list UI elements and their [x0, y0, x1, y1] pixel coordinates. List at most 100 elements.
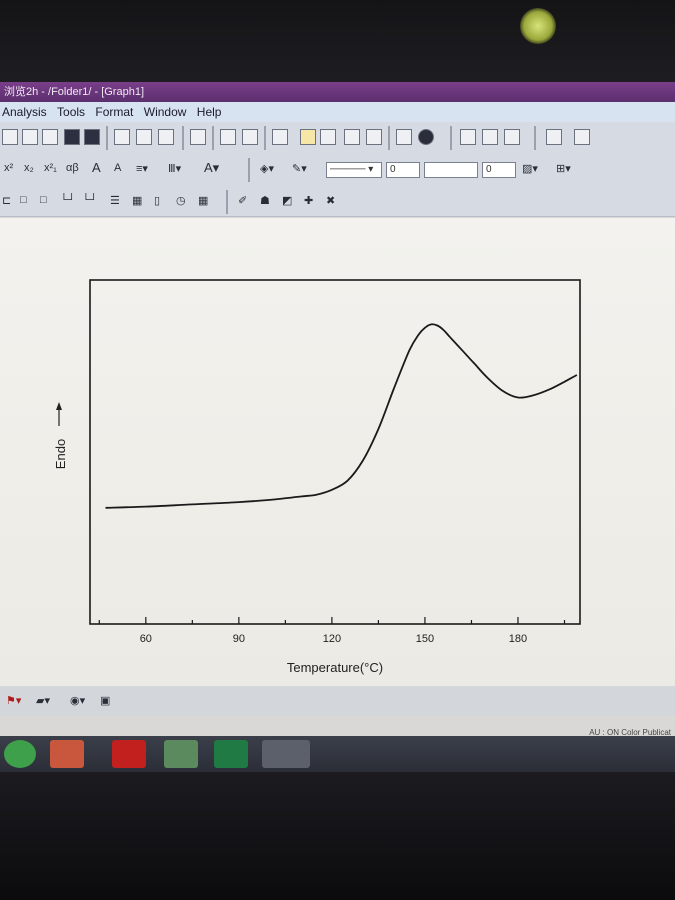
x-tick-label: 180 [509, 633, 527, 645]
bracket-icon[interactable]: └┘ [60, 194, 76, 206]
superscript-icon[interactable]: x² [4, 162, 13, 174]
taskbar [0, 736, 675, 772]
cut-icon[interactable] [460, 129, 476, 145]
menu-analysis[interactable]: Analysis [2, 102, 47, 122]
paste-icon[interactable] [504, 129, 520, 145]
grid-icon[interactable]: ⊞▾ [556, 162, 571, 175]
menu-format[interactable]: Format [95, 102, 133, 122]
x-tick-label: 120 [323, 633, 341, 645]
marker-icon[interactable]: ▯ [154, 194, 160, 207]
endo-arrowhead [56, 402, 62, 410]
window-title: 浏览2h - /Folder1/ - [Graph1] [0, 82, 675, 102]
copy-icon[interactable] [482, 129, 498, 145]
command-window-icon[interactable] [320, 129, 336, 145]
data-reader-icon[interactable]: ✚ [304, 194, 313, 207]
menu-window[interactable]: Window [144, 102, 187, 122]
code-builder-icon[interactable] [344, 129, 360, 145]
plot-frame [89, 279, 581, 625]
region-icon[interactable]: ☗ [260, 194, 270, 207]
pdf-icon[interactable] [112, 740, 146, 768]
save-icon[interactable] [64, 129, 80, 145]
clock-icon[interactable]: ◷ [176, 194, 186, 207]
rectangle-icon[interactable]: □ [20, 194, 27, 206]
app-chart-icon[interactable] [164, 740, 198, 768]
menu-help[interactable]: Help [197, 102, 222, 122]
app-origin-icon[interactable] [50, 740, 84, 768]
format-toolbar: x² x₂ x²₁ αβ A A ≡▾ Ⅲ▾ A▾ ◈▾ ✎▾ ───── ▾ … [0, 154, 675, 187]
layer-icon[interactable] [546, 129, 562, 145]
border-width-dropdown[interactable]: 0 [482, 162, 516, 178]
save-template-icon[interactable] [84, 129, 100, 145]
grid-table-icon[interactable]: ▦ [198, 194, 208, 207]
tools-dropdown-icon[interactable]: ⚑▾ [6, 694, 21, 707]
y-axis-label: Endo [53, 439, 68, 469]
toolbar-separator [226, 190, 228, 214]
column-format-icon[interactable]: Ⅲ▾ [168, 162, 181, 175]
x-axis-tick-labels: 60 90 120 150 180 [140, 633, 527, 645]
square-icon[interactable]: □ [40, 194, 47, 206]
border-style-dropdown[interactable] [424, 162, 478, 178]
decrease-font-icon[interactable]: A [114, 162, 121, 174]
x-tick-label: 90 [233, 633, 245, 645]
open-icon[interactable] [42, 129, 58, 145]
pie-icon[interactable] [418, 129, 434, 145]
image-tool-icon[interactable]: ▰▾ [36, 694, 50, 707]
graph-canvas[interactable]: 60 90 120 150 180 Temperature(°C) Endo [0, 218, 675, 686]
remove-bad-data-icon[interactable]: ✖ [326, 194, 335, 207]
greek-icon[interactable]: αβ [66, 162, 79, 174]
screen: 浏览2h - /Folder1/ - [Graph1] Analysis Too… [0, 82, 675, 772]
layer-tool-icon[interactable]: ▣ [100, 694, 110, 707]
increase-font-icon[interactable]: A [92, 160, 101, 175]
list-icon[interactable]: ☰ [110, 194, 120, 207]
toolbar-separator [106, 126, 108, 150]
y-axis-label-group: Endo [53, 402, 68, 469]
line-color-icon[interactable]: ✎▾ [292, 162, 307, 175]
menu-tools[interactable]: Tools [57, 102, 85, 122]
print-icon[interactable] [190, 129, 206, 145]
bracket-alt-icon[interactable]: └┘ [82, 194, 98, 206]
x-tick-label: 150 [416, 633, 434, 645]
toolbar-separator [212, 126, 214, 150]
subscript-icon[interactable]: x₂ [24, 162, 34, 174]
align-icon[interactable]: ≡▾ [136, 162, 148, 175]
fill-color-icon[interactable]: ◈▾ [260, 162, 274, 175]
sticker-icon [520, 8, 556, 44]
x-axis-label: Temperature(°C) [287, 660, 383, 675]
menu-bar: Analysis Tools Format Window Help [0, 102, 675, 122]
start-icon[interactable] [4, 740, 36, 768]
new-project-icon[interactable] [2, 129, 18, 145]
import-icon[interactable] [114, 129, 130, 145]
monitor-bezel-top [0, 0, 675, 82]
dsc-curve [105, 323, 578, 509]
toolbar-separator [182, 126, 184, 150]
mask-icon[interactable]: ◩ [282, 194, 292, 207]
project-explorer-icon[interactable] [272, 129, 288, 145]
draw-icon[interactable]: ✐ [238, 194, 247, 207]
arrange-layers-icon[interactable] [574, 129, 590, 145]
shape-icon[interactable]: ⊏ [2, 194, 11, 207]
line-width-dropdown[interactable]: 0 [386, 162, 420, 178]
results-log-icon[interactable] [300, 129, 316, 145]
refresh-icon[interactable] [220, 129, 236, 145]
layout-toolbar: ⊏ □ □ └┘ └┘ ☰ ▦ ▯ ◷ ▦ ✐ ☗ ◩ ✚ ✖ [0, 186, 675, 217]
monitor-bezel-bottom [0, 772, 675, 900]
standard-toolbar [0, 122, 675, 155]
dsc-chart[interactable]: 60 90 120 150 180 Temperature(°C) Endo [0, 218, 675, 686]
export-icon[interactable] [158, 129, 174, 145]
new-worksheet-icon[interactable] [22, 129, 38, 145]
duplicate-icon[interactable] [242, 129, 258, 145]
import-multiple-icon[interactable] [136, 129, 152, 145]
font-color-icon[interactable]: A▾ [204, 160, 219, 176]
toolbar-separator [264, 126, 266, 150]
line-style-dropdown[interactable]: ───── ▾ [326, 162, 382, 178]
excel-icon[interactable] [214, 740, 248, 768]
bottom-toolbar: ⚑▾ ▰▾ ◉▾ ▣ [0, 686, 675, 716]
camera-icon[interactable]: ◉▾ [70, 694, 85, 707]
x-tick-label: 60 [140, 633, 152, 645]
table-icon[interactable]: ▦ [132, 194, 142, 207]
gear-icon[interactable] [366, 129, 382, 145]
super-subscript-icon[interactable]: x²₁ [44, 162, 57, 174]
app-active-icon[interactable] [262, 740, 310, 768]
add-column-icon[interactable] [396, 129, 412, 145]
pattern-icon[interactable]: ▨▾ [522, 162, 538, 175]
